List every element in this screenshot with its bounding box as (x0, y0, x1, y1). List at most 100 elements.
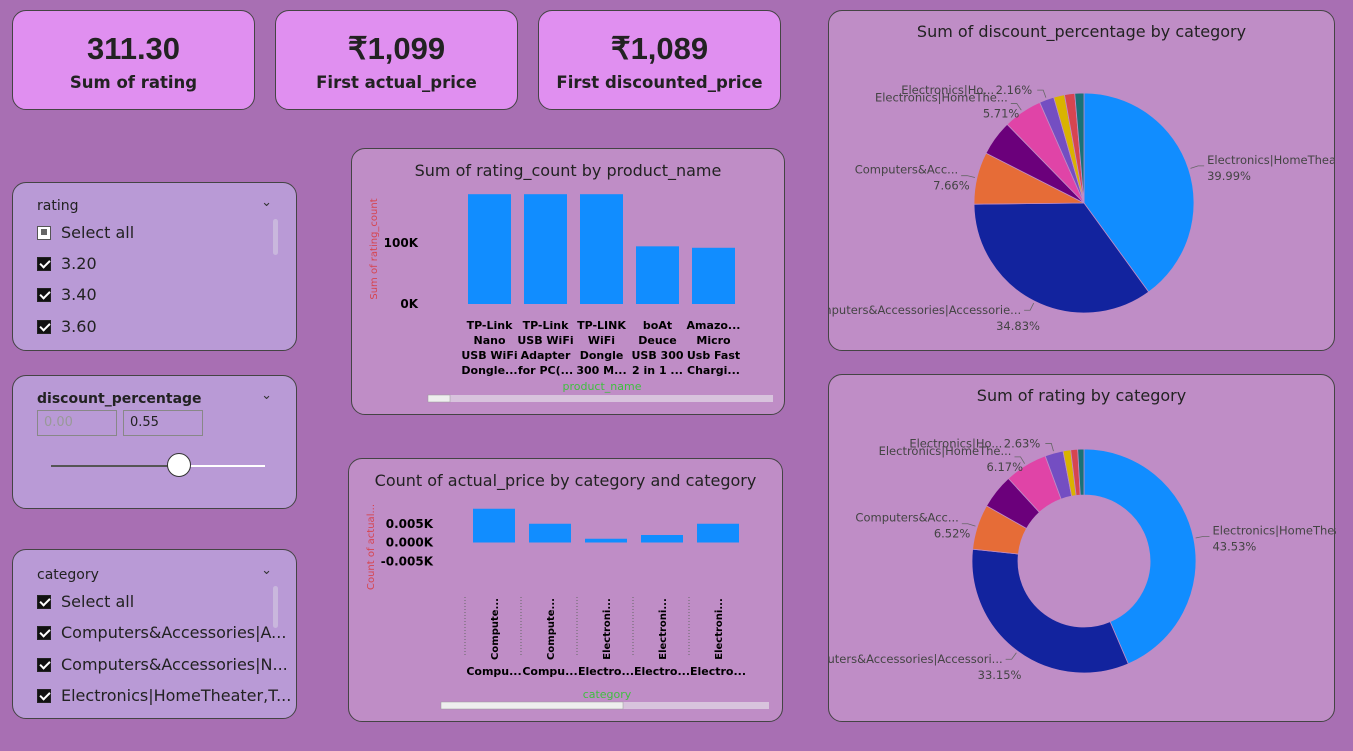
kpi-label: Sum of rating (69, 73, 198, 92)
bar (580, 194, 623, 304)
y-axis-label: Sum of rating_count (369, 198, 380, 299)
slicer-title: category (37, 567, 99, 583)
slice-value: 6.17% (986, 460, 1023, 474)
checkbox-checked[interactable] (37, 287, 51, 302)
x-tick-label: Micro (696, 334, 731, 347)
checkbox-checked[interactable] (37, 256, 51, 271)
chevron-down-icon[interactable]: ⌄ (261, 388, 272, 403)
slice-value: 43.53% (1212, 539, 1256, 553)
slice-label: Electronics|Ho... (909, 436, 1002, 450)
x-tick-label: USB 300 (631, 349, 683, 362)
checkbox-checked[interactable] (37, 594, 51, 609)
bar-chart-canvas: Sum of rating_count 0K 100K TP-Link Nano USB … (369, 194, 773, 403)
bar (641, 535, 683, 543)
discount-percentage-pie-chart[interactable]: Sum of discount_percentage by category E… (828, 10, 1336, 351)
actual-price-count-bar-chart[interactable]: Count of actual_price by category and ca… (348, 458, 783, 722)
slicer-title: rating (37, 198, 79, 214)
leader-line (1190, 165, 1205, 169)
bar (473, 508, 515, 543)
chevron-down-icon[interactable]: ⌄ (261, 195, 272, 210)
x-tick-label-inner: Compute... (490, 598, 501, 660)
x-tick-label: TP-Link (467, 319, 514, 332)
bar (585, 538, 627, 543)
slice-value: 34.83% (996, 319, 1040, 333)
slicer-item-label: Select all (61, 592, 135, 611)
discount-percentage-slicer[interactable]: discount_percentage ⌄ 0.00 0.55 (12, 375, 297, 509)
slice-value: 2.63% (1004, 436, 1041, 450)
rating-count-bar-chart[interactable]: Sum of rating_count by product_name Sum … (351, 148, 785, 415)
kpi-value: ₹1,099 (347, 31, 446, 66)
x-tick-label: Chargi... (687, 364, 740, 377)
bar (529, 523, 571, 543)
leader-line (1024, 302, 1035, 311)
x-tick-label-inner: Compute... (546, 598, 557, 660)
slicer-item-category[interactable]: Computers&Accessories|A... (37, 623, 286, 642)
checkbox-partial[interactable] (37, 225, 51, 240)
slicer-item-category[interactable]: Electronics|HomeTheater,T... (37, 686, 291, 705)
slicer-item-3-40[interactable]: 3.40 (37, 285, 97, 304)
rating-donut-chart[interactable]: Sum of rating by category Electronics|Ho… (828, 374, 1336, 722)
x-tick-label: WiFi (588, 334, 615, 347)
slider-handle[interactable] (167, 453, 192, 477)
slicer-item-3-20[interactable]: 3.20 (37, 254, 97, 273)
checkbox-checked[interactable] (37, 657, 51, 672)
x-axis-label: product_name (562, 380, 641, 393)
rating-slicer[interactable]: rating ⌄ Select all 3.20 3.40 3.60 (12, 182, 297, 351)
kpi-card-first-discounted-price: ₹1,089 First discounted_price (538, 10, 781, 110)
slicer-item-label: 3.60 (61, 317, 97, 336)
kpi-label: First discounted_price (556, 73, 763, 92)
leader-line (1195, 535, 1210, 539)
y-tick-label: 0.000K (386, 536, 434, 550)
category-slicer[interactable]: category ⌄ Select all Computers&Accessor… (12, 549, 297, 719)
slice-value: 7.66% (933, 179, 970, 193)
slicer-item-label: 3.40 (61, 285, 97, 304)
slice-label: Computers&Acc... (855, 163, 958, 177)
pie-chart-canvas: Electronics|HomeTheate... 39.99% Computers… (829, 83, 1336, 333)
slice-label: Electronics|Ho... (901, 83, 994, 97)
x-tick-label: Adapter (521, 349, 571, 362)
slicer-item-label: Computers&Accessories|A... (61, 623, 287, 642)
x-tick-label: 2 in 1 ... (632, 364, 683, 377)
bar (697, 523, 739, 543)
y-tick-label: -0.005K (381, 554, 434, 568)
slicer-item-3-60[interactable]: 3.60 (37, 317, 97, 336)
x-tick-label: Dongle (580, 349, 624, 362)
kpi-value: 311.30 (86, 31, 181, 66)
slicer-item-select-all[interactable]: Select all (37, 592, 134, 611)
x-tick-label: Deuce (638, 334, 676, 347)
slice-value: 2.16% (996, 83, 1033, 97)
slicer-item-select-all[interactable]: Select all (37, 223, 134, 242)
x-tick-label: USB WiFi (517, 334, 573, 347)
slicer-item-category[interactable]: Computers&Accessories|N... (37, 655, 288, 674)
horizontal-scrollbar (428, 395, 773, 402)
slice-label: Computers&Acc... (855, 511, 958, 525)
slice-label: Electronics|HomeTheat... (1212, 523, 1336, 537)
x-tick-label: Amazo... (687, 319, 741, 332)
slicer-scrollbar[interactable] (273, 219, 278, 255)
x-tick-label: for PC(... (518, 364, 573, 377)
bar (692, 247, 735, 304)
scrollbar-thumb (440, 701, 624, 710)
x-tick-label: Nano (473, 334, 505, 347)
slice-label: Computers&Accessories|Accessori... (829, 652, 1003, 666)
slice-value: 5.71% (983, 107, 1020, 121)
x-tick-label: 300 M... (576, 364, 626, 377)
checkbox-checked[interactable] (37, 688, 51, 703)
slider-track-remaining (179, 465, 265, 467)
x-tick-label-inner: Electroni... (602, 598, 613, 660)
leader-line (961, 175, 976, 178)
checkbox-checked[interactable] (37, 625, 51, 640)
y-tick-label: 0K (400, 297, 418, 311)
kpi-card-first-actual-price: ₹1,099 First actual_price (275, 10, 518, 110)
slicer-item-label: Select all (61, 223, 135, 242)
y-tick-label: 100K (384, 236, 419, 250)
slice-label: Computers&Accessories|Accessorie... (829, 303, 1021, 317)
x-tick-label-inner: Electroni... (658, 598, 669, 660)
checkbox-checked[interactable] (37, 319, 51, 334)
slicer-scrollbar[interactable] (273, 586, 278, 628)
min-value-input[interactable]: 0.00 (37, 410, 117, 436)
bar (524, 194, 567, 304)
max-value-input[interactable]: 0.55 (123, 410, 203, 436)
slice-value: 6.52% (934, 527, 971, 541)
chevron-down-icon[interactable]: ⌄ (261, 563, 272, 578)
